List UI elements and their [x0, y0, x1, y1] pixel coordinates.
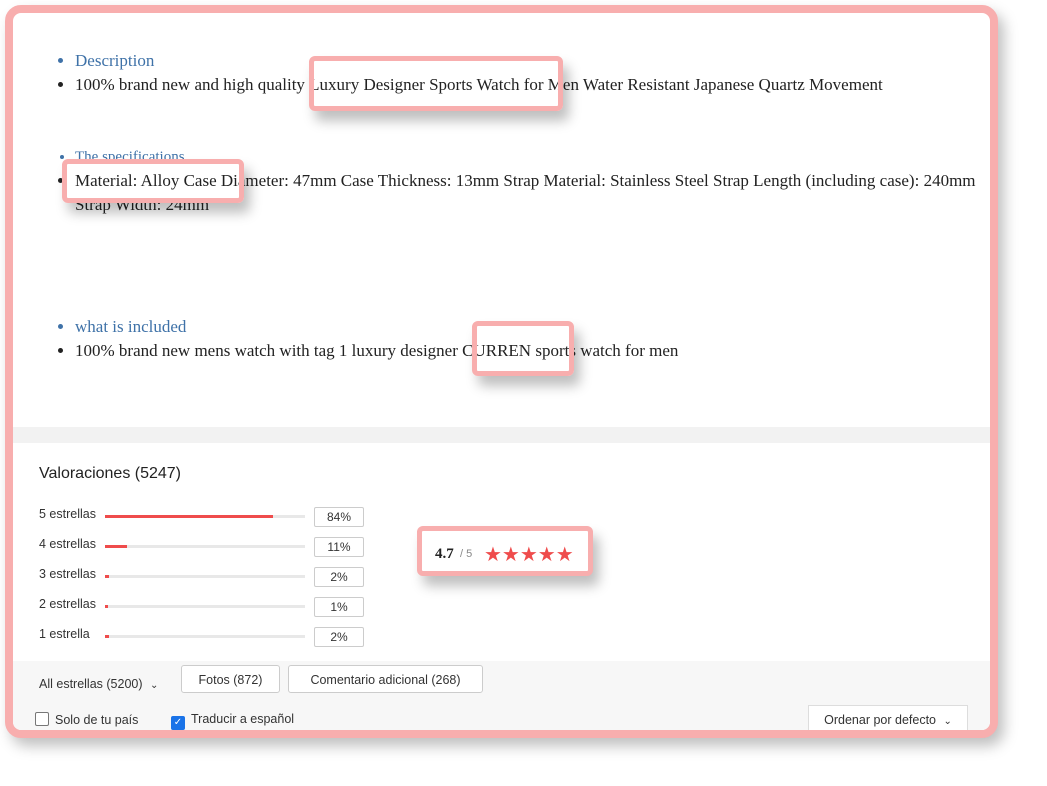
rating-row-label: 4 estrellas	[39, 537, 96, 551]
page-frame: Description 100% brand new and high qual…	[5, 5, 998, 738]
sort-label: Ordenar por defecto	[824, 713, 936, 727]
rating-percent: 2%	[314, 627, 364, 647]
rating-bar-track	[105, 515, 305, 518]
star-rating-icon: ★★★★★	[484, 544, 574, 566]
chevron-down-icon: ⌄	[150, 680, 159, 691]
included-item: 100% brand new mens watch with tag 1 lux…	[75, 339, 975, 363]
rating-percent: 11%	[314, 537, 364, 557]
checkbox-icon	[35, 712, 49, 726]
additional-comment-button[interactable]: Comentario adicional (268)	[288, 665, 483, 693]
only-country-label: Solo de tu país	[55, 713, 139, 727]
rating-row-label: 1 estrella	[39, 627, 90, 641]
specifications-list: The specifications Material: Alloy Case …	[75, 145, 985, 217]
rating-bar-fill	[105, 575, 109, 578]
rating-percent: 84%	[314, 507, 364, 527]
only-country-checkbox[interactable]: Solo de tu país	[35, 712, 138, 727]
rating-bar-track	[105, 545, 305, 548]
included-heading: what is included	[75, 315, 975, 339]
average-value: 4.7	[435, 546, 454, 562]
description-heading: Description	[75, 49, 975, 73]
specifications-heading: The specifications	[75, 145, 985, 169]
rating-bar-fill	[105, 605, 108, 608]
chevron-down-icon: ⌄	[943, 716, 952, 727]
rating-bar-fill	[105, 515, 273, 518]
rating-percent: 1%	[314, 597, 364, 617]
average-rating: 4.7 / 5 ★★★★★	[417, 526, 593, 576]
rating-row-label: 3 estrellas	[39, 567, 96, 581]
translate-label: Traducir a español	[191, 712, 295, 726]
ratings-title: Valoraciones (5247)	[39, 465, 182, 482]
section-divider	[13, 427, 990, 443]
description-item: 100% brand new and high quality Luxury D…	[75, 73, 975, 97]
specifications-item: Material: Alloy Case Diameter: 47mm Case…	[75, 169, 985, 217]
rating-bar-fill	[105, 635, 109, 638]
checkmark-icon: ✓	[171, 716, 185, 730]
rating-bar-fill	[105, 545, 127, 548]
content: Description 100% brand new and high qual…	[13, 13, 990, 730]
average-max: / 5	[460, 548, 473, 560]
rating-bar-track	[105, 575, 305, 578]
rating-percent: 2%	[314, 567, 364, 587]
rating-row-label: 2 estrellas	[39, 597, 96, 611]
translate-checkbox[interactable]: ✓ Traducir a español	[171, 712, 294, 730]
description-list-1: Description 100% brand new and high qual…	[75, 49, 975, 97]
rating-bar-track	[105, 635, 305, 638]
all-stars-dropdown[interactable]: All estrellas (5200) ⌄	[39, 677, 158, 691]
all-stars-label: All estrellas (5200)	[39, 677, 143, 691]
included-list: what is included 100% brand new mens wat…	[75, 315, 975, 363]
photos-button[interactable]: Fotos (872)	[181, 665, 280, 693]
rating-bar-track	[105, 605, 305, 608]
rating-row-label: 5 estrellas	[39, 507, 96, 521]
sort-dropdown[interactable]: Ordenar por defecto ⌄	[808, 705, 968, 730]
